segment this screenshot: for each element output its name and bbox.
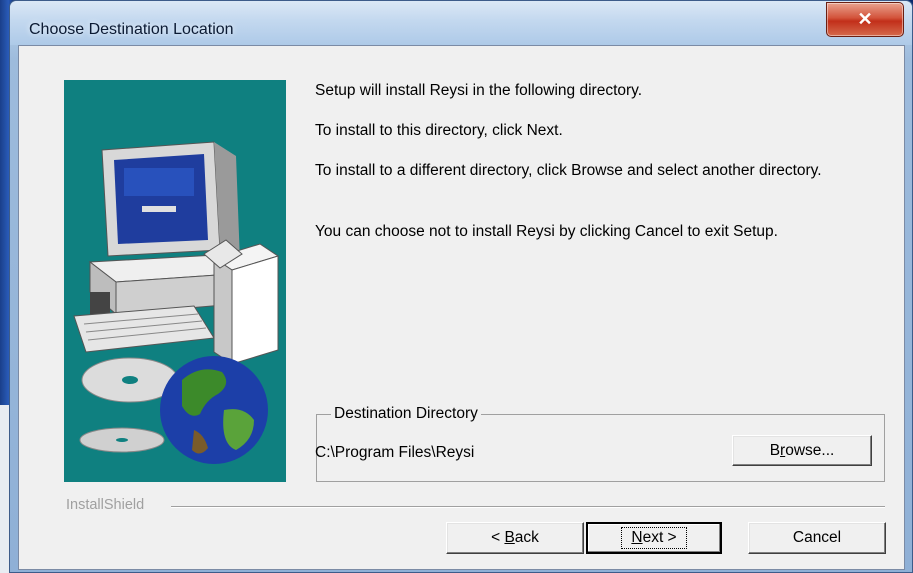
back-button[interactable]: < Back	[446, 522, 584, 554]
close-icon: ✕	[857, 9, 873, 29]
destination-group-label: Destination Directory	[331, 405, 481, 423]
setup-illustration	[64, 80, 286, 482]
intro-text: Setup will install Reysi in the followin…	[315, 82, 643, 99]
browse-button-label: Browse...	[769, 441, 835, 459]
brand-separator	[171, 506, 885, 508]
close-button[interactable]: ✕	[826, 2, 904, 37]
dialog-client-area: Setup will install Reysi in the followin…	[18, 45, 905, 570]
browse-button[interactable]: Browse...	[732, 435, 872, 466]
window-title: Choose Destination Location	[29, 21, 234, 38]
computer-cd-globe-illustration	[73, 141, 280, 464]
cancel-button[interactable]: Cancel	[748, 522, 886, 554]
next-instruction-text: To install to this directory, click Next…	[315, 122, 563, 139]
setup-dialog: Choose Destination Location ✕ Setup will…	[9, 0, 913, 573]
destination-path: C:\Program Files\Reysi	[315, 444, 475, 461]
cancel-instruction-text: You can choose not to install Reysi by c…	[315, 223, 778, 240]
back-button-label: < Back	[491, 529, 539, 546]
browse-instruction-text: To install to a different directory, cli…	[315, 162, 822, 179]
title-bar[interactable]: Choose Destination Location ✕	[10, 1, 912, 45]
next-button[interactable]: Next >	[586, 522, 722, 554]
installshield-brand: InstallShield	[66, 497, 145, 513]
next-button-label: Next >	[621, 527, 687, 549]
